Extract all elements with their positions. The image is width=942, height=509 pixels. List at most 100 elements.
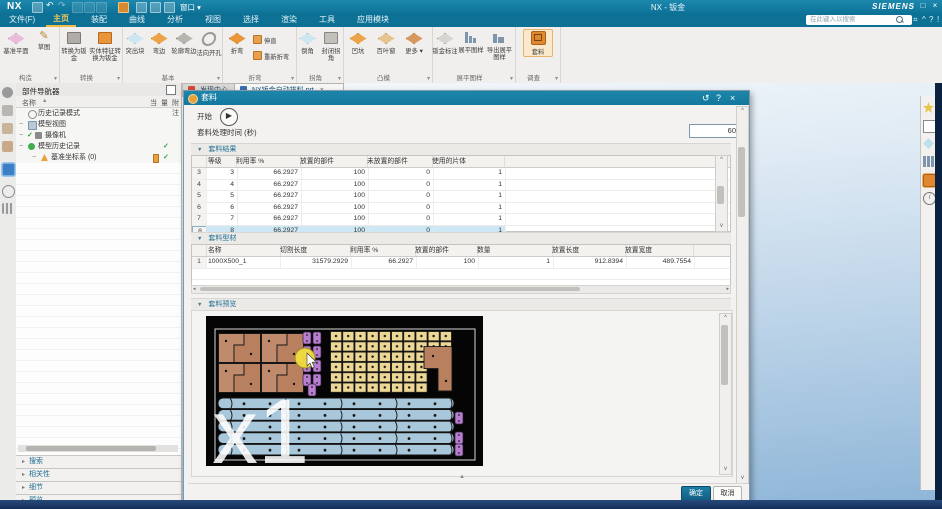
command-finder-star-icon[interactable] (923, 102, 934, 113)
search-icon[interactable] (896, 16, 903, 23)
tree-item-model-history[interactable]: − 模型历史记录 ✓ (16, 141, 181, 152)
tree-item-cameras[interactable]: − ✓ 摄像机 (16, 130, 181, 141)
dialog-titlebar[interactable]: 套料 ↺ ? × (184, 91, 749, 105)
rebend-button[interactable]: 重新折弯 (253, 51, 289, 61)
normal-cutout-button[interactable]: 法向开孔 (196, 30, 222, 57)
menu-tab-assembly[interactable]: 装配 (84, 13, 114, 27)
tree-item-datum-csys[interactable]: − 基准坐标系 (0) ✓ (16, 152, 181, 163)
results-table-scrollbar[interactable]: ^ v (715, 155, 728, 232)
window-menu[interactable]: 窗口 ▾ (180, 2, 201, 13)
minimize-ribbon-icon[interactable]: ^ (922, 15, 926, 24)
history-icon[interactable] (2, 185, 15, 198)
stock-table-h-scrollbar[interactable]: ◂ ▸ (191, 285, 731, 294)
preview-section-header[interactable]: ▼ 套料预览 (191, 298, 731, 310)
cancel-button[interactable]: 取消 (713, 486, 742, 501)
touch-mode-button[interactable] (150, 2, 161, 13)
chamfer-button[interactable]: 倒角 (296, 30, 319, 55)
column-c1[interactable]: 当 (150, 98, 157, 108)
tree-item-model-views[interactable]: − 模型视图 (16, 119, 181, 130)
dialog-close-icon[interactable]: × (730, 93, 735, 103)
menu-tab-home[interactable]: 主页 (46, 13, 76, 27)
bend-button[interactable]: 折弯 (224, 30, 250, 55)
dialog-help-icon[interactable]: ? (716, 93, 721, 103)
dialog-scrollbar[interactable]: ^ v (736, 106, 749, 484)
save-button[interactable] (32, 2, 43, 13)
redo-button[interactable]: ↷ (58, 0, 66, 11)
tree-item-history-mode[interactable]: 历史记录模式 (16, 108, 181, 119)
menu-tab-application[interactable]: 应用模块 (350, 13, 396, 27)
checkbox-checked-icon[interactable]: ✓ (27, 130, 33, 141)
time-input[interactable]: 60 (689, 124, 740, 138)
stock-section-header[interactable]: ▼ 套料型材 (191, 232, 731, 244)
column-c2[interactable]: 量 (161, 98, 168, 108)
convert-to-sheet-metal-button[interactable]: 转换为钣金 (59, 30, 89, 63)
menu-tab-analysis[interactable]: 分析 (160, 13, 190, 27)
web-browser-icon[interactable] (2, 163, 15, 176)
expander-icon[interactable]: − (19, 119, 23, 130)
alert-icon[interactable]: ! (937, 15, 939, 24)
table-row[interactable]: 1 1000X500_1 31579.2929 66.2927 100 1 91… (192, 257, 730, 269)
flange-button[interactable]: 弯边 (148, 30, 170, 55)
export-flat-pattern-button[interactable]: 导出展平图样 (484, 30, 515, 62)
menu-tab-selection[interactable]: 选择 (236, 13, 266, 27)
expander-icon[interactable]: − (19, 130, 23, 141)
start-nesting-button[interactable]: ▶ (220, 108, 238, 126)
contour-flange-button[interactable]: 轮廓弯边 (170, 30, 198, 55)
dialog-collapse-icon[interactable]: ▲ (452, 474, 472, 480)
copy-button[interactable] (84, 2, 95, 13)
table-row[interactable]: 7 7 66.2927 100 0 1 (192, 214, 730, 226)
help-icon[interactable]: ? (929, 15, 933, 24)
ok-button[interactable]: 确定 (681, 486, 711, 501)
table-row[interactable]: 5 5 66.2927 100 0 1 (192, 191, 730, 203)
menu-tab-file[interactable]: 文件(F) (2, 13, 42, 27)
scrollbar-thumb[interactable] (721, 325, 728, 385)
cut-button[interactable] (72, 2, 83, 13)
sketch-button[interactable]: ✎ 草图 (32, 30, 56, 51)
part-navigator-icon[interactable] (2, 141, 13, 152)
scrollbar-thumb[interactable] (200, 287, 580, 291)
section-dependencies[interactable]: ▸相关性 (16, 468, 181, 481)
flat-pattern-button[interactable]: 展平图样 (458, 30, 484, 54)
solid-feature-to-sheet-metal-button[interactable]: 实体特征转换为钣金 (89, 30, 121, 63)
command-finder-button[interactable] (118, 2, 129, 13)
voice-command-button[interactable] (136, 2, 147, 13)
unbend-button[interactable]: 伸直 (253, 35, 277, 45)
dimple-button[interactable]: 凹坑 (345, 30, 371, 55)
nesting-button[interactable]: 套料 (523, 29, 553, 57)
datum-plane-button[interactable]: 基准平面 (2, 30, 30, 55)
fullscreen-icon[interactable]: ⌗ (913, 15, 918, 25)
scrollbar-thumb[interactable] (717, 186, 724, 204)
results-section-header[interactable]: ▼ 套料结果 (191, 143, 731, 155)
dialog-reset-icon[interactable]: ↺ (702, 93, 710, 103)
reuse-library-icon[interactable] (2, 203, 13, 214)
sort-asc-icon[interactable]: ▲ (42, 98, 47, 104)
flat-pattern-view-icon[interactable] (923, 156, 934, 167)
menu-tab-render[interactable]: 渲染 (274, 13, 304, 27)
scrollbar-thumb[interactable] (738, 147, 745, 217)
preview-scrollbar[interactable]: ^ v (719, 313, 732, 475)
expander-icon[interactable]: − (19, 141, 23, 152)
layers-icon[interactable] (923, 138, 934, 149)
menu-tab-view[interactable]: 视图 (198, 13, 228, 27)
layout-button[interactable] (164, 2, 175, 13)
table-row[interactable]: 4 4 66.2927 100 0 1 (192, 180, 730, 192)
close-button[interactable]: × (930, 1, 940, 11)
constraint-navigator-icon[interactable] (2, 123, 13, 134)
more-button[interactable]: 更多 ▾ (401, 30, 427, 55)
table-row[interactable]: 3 3 66.2927 100 0 1 (192, 168, 730, 180)
preview-canvas[interactable]: x1 (206, 316, 483, 466)
closed-corner-button[interactable]: 封闭拐角 (319, 30, 343, 63)
navigator-h-scrollbar[interactable] (18, 445, 178, 452)
table-row[interactable]: 6 6 66.2927 100 0 1 (192, 203, 730, 215)
tab-button[interactable]: 突出块 (122, 30, 148, 55)
undo-button[interactable]: ↶ (46, 0, 54, 11)
expander-icon[interactable]: − (32, 152, 36, 163)
assembly-navigator-icon[interactable] (2, 105, 13, 116)
louver-button[interactable]: 百叶窗 (371, 30, 401, 55)
menu-tab-tools[interactable]: 工具 (312, 13, 342, 27)
sheet-metal-callout-button[interactable]: 钣金标注 (432, 30, 458, 55)
section-details[interactable]: ▸细节 (16, 481, 181, 494)
settings-gear-icon[interactable] (2, 87, 13, 98)
pin-panel-icon[interactable] (166, 85, 176, 95)
column-name[interactable]: 名称 (22, 98, 36, 108)
